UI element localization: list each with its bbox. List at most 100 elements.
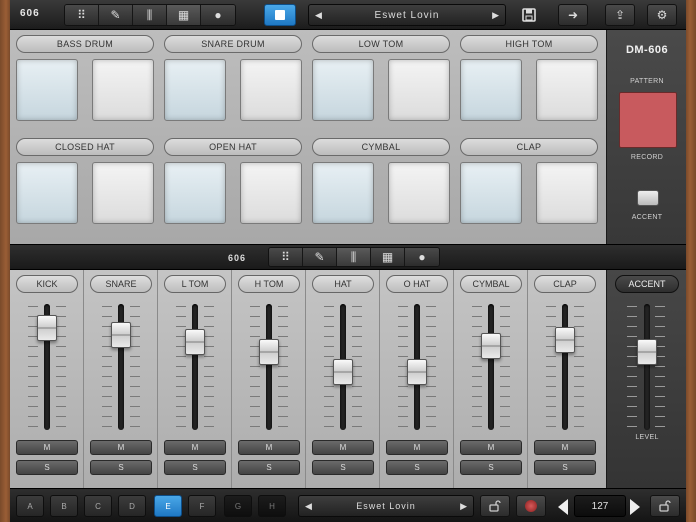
control-panel: DM-606 PATTERN RECORD ACCENT <box>606 30 686 244</box>
solo-button[interactable]: S <box>16 460 78 475</box>
accent-toggle[interactable] <box>637 190 659 206</box>
fader-track[interactable] <box>644 304 650 430</box>
mute-button[interactable]: M <box>312 440 374 455</box>
pad[interactable] <box>164 162 226 224</box>
mute-button[interactable]: M <box>164 440 226 455</box>
record-pad[interactable] <box>619 92 677 148</box>
solo-button[interactable]: S <box>534 460 596 475</box>
solo-button[interactable]: S <box>460 460 522 475</box>
fader-knob[interactable] <box>481 332 501 359</box>
fader-knob[interactable] <box>333 359 353 386</box>
pad[interactable] <box>164 59 226 121</box>
bottom-pattern-selector[interactable]: ◀ Eswet Lovin ▶ <box>298 495 474 517</box>
pad[interactable] <box>92 162 154 224</box>
pads-icon: ▦ <box>381 250 394 264</box>
record-button[interactable] <box>516 495 546 517</box>
solo-button[interactable]: S <box>164 460 226 475</box>
tempo-down-icon[interactable] <box>558 499 568 515</box>
pattern-button-g[interactable]: G <box>224 495 252 517</box>
fader-knob[interactable] <box>37 315 57 342</box>
save-button[interactable] <box>514 4 544 26</box>
fader-track[interactable] <box>562 304 568 430</box>
prev-pattern-icon[interactable]: ◀ <box>305 501 312 512</box>
pad[interactable] <box>312 162 374 224</box>
arrow-right-icon: ➜ <box>567 8 579 22</box>
lock-button[interactable] <box>480 495 510 517</box>
fader-knob[interactable] <box>111 322 131 349</box>
share-button[interactable]: ⇪ <box>605 4 635 26</box>
mute-button[interactable]: M <box>460 440 522 455</box>
solo-button[interactable]: S <box>90 460 152 475</box>
pad[interactable] <box>240 162 302 224</box>
channel-label[interactable]: L TOM <box>164 275 226 293</box>
prev-pattern-icon[interactable]: ◀ <box>315 10 322 21</box>
fader-knob[interactable] <box>259 338 279 365</box>
tab-edit[interactable]: ✎ <box>99 5 133 25</box>
channel-label[interactable]: CLAP <box>534 275 596 293</box>
fader-knob[interactable] <box>407 359 427 386</box>
tempo-lock-button[interactable] <box>650 495 680 517</box>
stop-button[interactable] <box>264 4 296 26</box>
pattern-button-c[interactable]: C <box>84 495 112 517</box>
pad[interactable] <box>92 59 154 121</box>
pattern-button-b[interactable]: B <box>50 495 78 517</box>
pattern-button-d[interactable]: D <box>118 495 146 517</box>
accent-label: ACCENT <box>631 214 663 221</box>
fader-track[interactable] <box>488 304 494 430</box>
pattern-selector[interactable]: ◀ Eswet Lovin ▶ <box>308 4 506 26</box>
pad[interactable] <box>460 59 522 121</box>
tab-pads[interactable]: ▦ <box>167 5 201 25</box>
fader-knob[interactable] <box>185 328 205 355</box>
tab-grid[interactable]: ⠿ <box>269 248 303 266</box>
channel-label[interactable]: SNARE <box>90 275 152 293</box>
pad-group-high-tom: HIGH TOM <box>460 35 598 121</box>
mute-button[interactable]: M <box>90 440 152 455</box>
solo-button[interactable]: S <box>238 460 300 475</box>
accent-fader-knob[interactable] <box>637 338 657 365</box>
channel-label[interactable]: H TOM <box>238 275 300 293</box>
accent-channel-label[interactable]: ACCENT <box>615 275 679 293</box>
save-icon <box>522 8 536 22</box>
tab-grid[interactable]: ⠿ <box>65 5 99 25</box>
pattern-button-h[interactable]: H <box>258 495 286 517</box>
pad[interactable] <box>536 59 598 121</box>
mute-button[interactable]: M <box>386 440 448 455</box>
pad[interactable] <box>16 59 78 121</box>
solo-button[interactable]: S <box>312 460 374 475</box>
channel-cymbal: CYMBAL M S <box>454 270 528 488</box>
channel-label[interactable]: O HAT <box>386 275 448 293</box>
tempo-display[interactable]: 127 <box>574 495 626 517</box>
tab-edit[interactable]: ✎ <box>303 248 337 266</box>
pad[interactable] <box>388 59 450 121</box>
pad[interactable] <box>240 59 302 121</box>
pad[interactable] <box>536 162 598 224</box>
tab-metronome[interactable]: ● <box>405 248 439 266</box>
pad[interactable] <box>388 162 450 224</box>
pattern-button-f[interactable]: F <box>188 495 216 517</box>
mute-button[interactable]: M <box>534 440 596 455</box>
channel-label[interactable]: KICK <box>16 275 78 293</box>
pattern-button-e[interactable]: E <box>154 495 182 517</box>
fader-track[interactable] <box>266 304 272 430</box>
pad-group-closed-hat: CLOSED HAT <box>16 138 154 224</box>
pad[interactable] <box>460 162 522 224</box>
fader-knob[interactable] <box>555 326 575 353</box>
mute-button[interactable]: M <box>16 440 78 455</box>
pad[interactable] <box>16 162 78 224</box>
tempo-up-icon[interactable] <box>630 499 640 515</box>
next-pattern-icon[interactable]: ▶ <box>460 501 467 512</box>
channel-label[interactable]: CYMBAL <box>460 275 522 293</box>
tab-metronome[interactable]: ● <box>201 5 235 25</box>
channel-label[interactable]: HAT <box>312 275 374 293</box>
settings-button[interactable]: ⚙ <box>647 4 677 26</box>
export-button[interactable]: ➜ <box>558 4 588 26</box>
tab-mixer[interactable]: ⫼ <box>133 5 167 25</box>
pattern-button-a[interactable]: A <box>16 495 44 517</box>
solo-button[interactable]: S <box>386 460 448 475</box>
tab-mixer[interactable]: ⫼ <box>337 248 371 266</box>
tab-pads[interactable]: ▦ <box>371 248 405 266</box>
fader-track[interactable] <box>192 304 198 430</box>
mute-button[interactable]: M <box>238 440 300 455</box>
pad[interactable] <box>312 59 374 121</box>
next-pattern-icon[interactable]: ▶ <box>492 10 499 21</box>
